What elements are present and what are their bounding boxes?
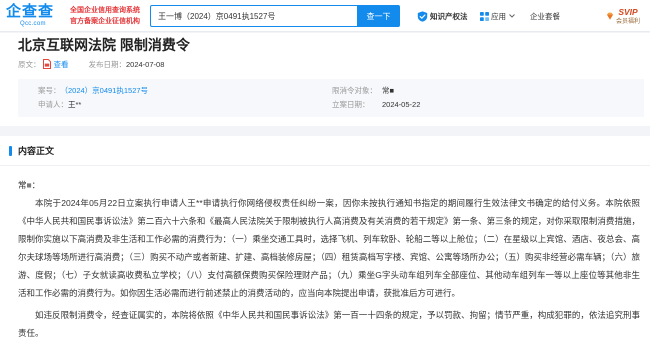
nav-enterprise-package[interactable]: 企业套餐 bbox=[530, 9, 560, 23]
logo-wordmark: 企查查 bbox=[6, 3, 55, 20]
info-row-1: 案号： （2024）京0491执1527号 限消令对象： 常 ■ bbox=[38, 83, 644, 97]
case-number-link[interactable]: （2024）京0491执1527号 bbox=[61, 85, 149, 96]
original-label: 原文： bbox=[18, 59, 41, 69]
view-original-link[interactable]: 查看 bbox=[54, 59, 69, 70]
document-body: 常■： 本院于2024年05月22日立案执行申请人王**申请执行你网络侵权责任纠… bbox=[0, 166, 650, 342]
search-box: 查一下 bbox=[150, 5, 400, 27]
info-row-2: 申请人： 王** 立案日期： 2024-05-22 bbox=[38, 97, 644, 111]
nav-apps[interactable]: 应用 bbox=[480, 9, 515, 23]
masked-char: ■ bbox=[389, 85, 395, 95]
nav-apps-label: 应用 bbox=[491, 11, 506, 21]
svip-gem-icon bbox=[606, 12, 614, 20]
apps-grid-icon-graphic bbox=[480, 11, 489, 21]
slogan-line-1: 全国企业信用查询系统 bbox=[70, 7, 140, 14]
svip-gem-icon-graphic bbox=[607, 12, 613, 20]
filed-date: 2024-05-22 bbox=[382, 99, 421, 109]
chevron-down-icon-graphic bbox=[509, 14, 515, 18]
case-info-panel: 案号： （2024）京0491执1527号 限消令对象： 常 ■ 申请人： 王*… bbox=[18, 79, 644, 117]
target-label: 限消令对象： bbox=[332, 85, 377, 95]
nav-ip-law-label: 知识产权法 bbox=[430, 11, 468, 21]
target-field: 限消令对象： 常 ■ bbox=[332, 85, 394, 96]
chevron-down-icon bbox=[509, 14, 515, 18]
document-header-card: 北京互联网法院 限制消费令 原文： 查看 发布日期： 2024-07-08 案号… bbox=[0, 33, 650, 126]
applicant-name: 王** bbox=[68, 99, 82, 109]
slogan: 全国企业信用查询系统 官方备案企业征信机构 bbox=[70, 5, 140, 27]
search-input[interactable] bbox=[150, 5, 357, 27]
applicant-field: 申请人： 王** bbox=[38, 99, 332, 110]
svip-badge[interactable]: SVIP 会员福利 bbox=[606, 4, 648, 28]
search-button[interactable]: 查一下 bbox=[357, 5, 400, 27]
slogan-line-2: 官方备案企业征信机构 bbox=[70, 18, 140, 25]
document-meta: 原文： 查看 发布日期： 2024-07-08 bbox=[18, 58, 164, 70]
case-number-label: 案号： bbox=[38, 85, 61, 95]
target-name: 常 bbox=[382, 85, 390, 95]
ip-law-icon-graphic bbox=[417, 10, 428, 22]
section-header: 内容正文 bbox=[0, 136, 650, 166]
salutation-name: 常 bbox=[18, 180, 27, 190]
page-title: 北京互联网法院 限制消费令 bbox=[18, 37, 190, 53]
content-card: 内容正文 常■： 本院于2024年05月22日立案执行申请人王**申请执行你网络… bbox=[0, 136, 650, 346]
publish-date-label: 发布日期： bbox=[88, 59, 127, 69]
pdf-icon-graphic bbox=[42, 59, 51, 69]
ip-law-icon bbox=[417, 10, 428, 22]
body-paragraph-1: 本院于2024年05月22日立案执行申请人王**申请执行你网络侵权责任纠纷一案，… bbox=[18, 198, 640, 298]
body-paragraph-2: 如违反限制消费令，经查证属实的，本院将依照《中华人民共和国民事诉讼法》第一百一十… bbox=[18, 310, 640, 338]
nav-ip-law[interactable]: 知识产权法 bbox=[417, 9, 468, 23]
logo-domain: Qcc.com bbox=[20, 21, 46, 27]
svip-text: SVIP 会员福利 bbox=[616, 7, 640, 26]
salutation: 常■： bbox=[18, 176, 640, 194]
filed-date-label: 立案日期： bbox=[332, 99, 370, 109]
pdf-icon bbox=[42, 59, 51, 69]
section-accent-bar bbox=[9, 146, 12, 156]
top-bar: 企查查 Qcc.com 全国企业信用查询系统 官方备案企业征信机构 查一下 知识… bbox=[0, 0, 650, 32]
filed-date-field: 立案日期： 2024-05-22 bbox=[332, 99, 420, 110]
svip-title: SVIP bbox=[618, 6, 638, 17]
site-logo[interactable]: 企查查 Qcc.com bbox=[6, 3, 64, 29]
applicant-label: 申请人： bbox=[38, 99, 68, 109]
apps-grid-icon bbox=[480, 11, 489, 21]
case-number-field: 案号： （2024）京0491执1527号 bbox=[38, 85, 332, 96]
section-title: 内容正文 bbox=[18, 146, 55, 156]
publish-date: 2024-07-08 bbox=[126, 59, 165, 69]
salutation-colon: ： bbox=[31, 180, 41, 190]
svip-subtitle: 会员福利 bbox=[616, 18, 641, 25]
